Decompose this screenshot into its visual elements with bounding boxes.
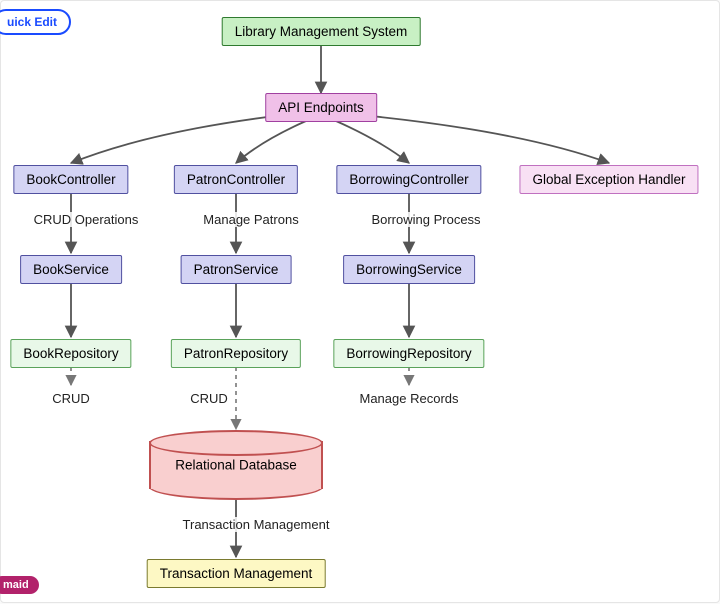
node-book-controller[interactable]: BookController <box>13 165 128 194</box>
node-api-endpoints[interactable]: API Endpoints <box>265 93 377 122</box>
edges-layer <box>1 1 720 604</box>
node-book-repository[interactable]: BookRepository <box>10 339 131 368</box>
node-root[interactable]: Library Management System <box>222 17 421 46</box>
node-borrowing-service[interactable]: BorrowingService <box>343 255 475 284</box>
edge-label-patron-crud: CRUD <box>188 391 230 406</box>
edge-label-borrow-records: Manage Records <box>358 391 461 406</box>
node-book-service[interactable]: BookService <box>20 255 122 284</box>
diagram-canvas[interactable]: uick Edit maid <box>0 0 720 603</box>
node-patron-repository[interactable]: PatronRepository <box>171 339 301 368</box>
edge-label-book-crud: CRUD <box>50 391 92 406</box>
node-database-label: Relational Database <box>175 458 297 473</box>
node-patron-controller[interactable]: PatronController <box>174 165 298 194</box>
node-borrowing-controller[interactable]: BorrowingController <box>336 165 481 194</box>
quick-edit-button[interactable]: uick Edit <box>0 9 71 35</box>
node-exception-handler[interactable]: Global Exception Handler <box>519 165 698 194</box>
node-borrowing-repository[interactable]: BorrowingRepository <box>333 339 484 368</box>
edge-label-txn-mgmt: Transaction Management <box>181 517 332 532</box>
node-database[interactable]: Relational Database <box>149 441 323 489</box>
node-patron-service[interactable]: PatronService <box>181 255 292 284</box>
edge-label-patron-ops: Manage Patrons <box>201 212 300 227</box>
node-transaction-mgmt[interactable]: Transaction Management <box>147 559 326 588</box>
mermaid-badge: maid <box>0 576 39 594</box>
edge-label-book-ops: CRUD Operations <box>32 212 141 227</box>
edge-label-borrow-ops: Borrowing Process <box>369 212 482 227</box>
